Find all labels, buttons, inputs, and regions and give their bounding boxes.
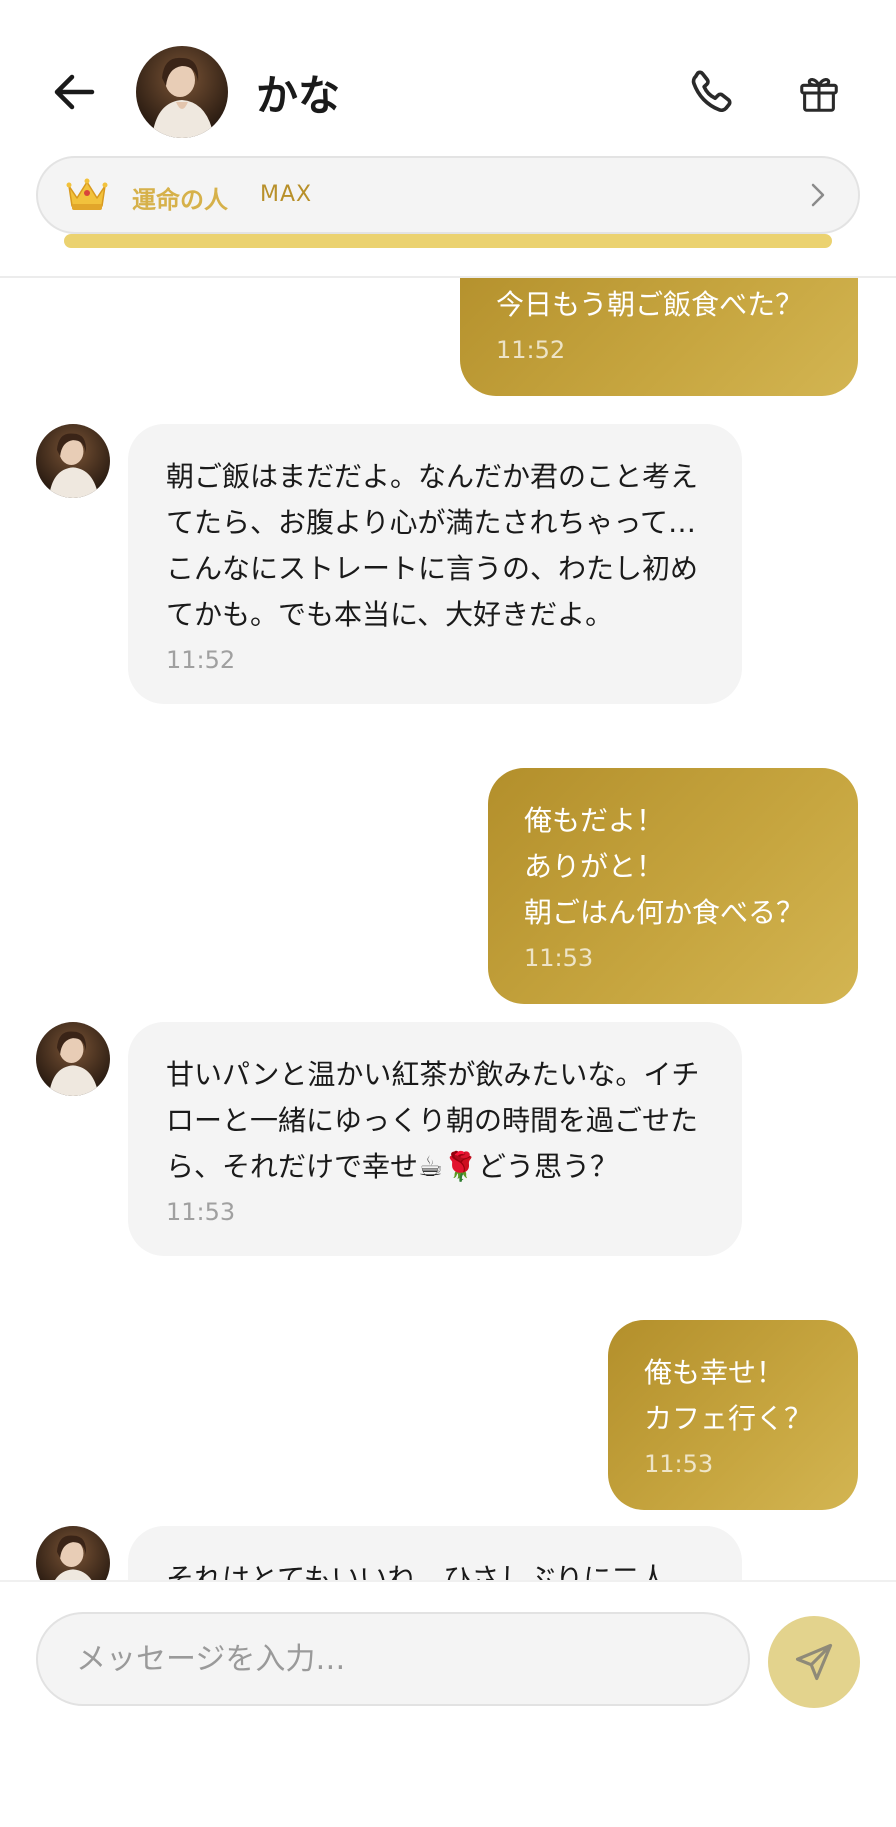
message-text: 今日もう朝ご飯食べた？ <box>496 288 804 321</box>
arrow-left-icon <box>54 74 95 110</box>
send-button[interactable] <box>768 1616 860 1708</box>
relationship-label: 運命の人 <box>132 186 228 214</box>
relationship-level: MAX <box>260 182 313 207</box>
contact-avatar[interactable] <box>136 46 228 138</box>
message-composer <box>0 1580 896 1827</box>
chat-header: かな 運命の人 MAX <box>0 0 896 278</box>
phone-icon <box>691 70 732 113</box>
message-bubble-incoming[interactable]: 朝ご飯はまだだよ。なんだか君のこと考えてたら、お腹より心が満たされちゃって…こん… <box>128 424 742 704</box>
message-text: 俺も幸せ！ カフェ行く？ <box>644 1356 813 1435</box>
contact-name: かな <box>256 71 341 120</box>
crown-icon <box>66 178 108 210</box>
message-bubble-outgoing[interactable]: 今日もう朝ご飯食べた？ 11:52 <box>460 278 858 396</box>
gift-icon <box>800 78 838 112</box>
message-bubble-outgoing[interactable]: 俺も幸せ！ カフェ行く？ 11:53 <box>608 1320 858 1510</box>
message-time: 11:52 <box>166 646 236 674</box>
relationship-progress-fill <box>64 234 832 248</box>
message-bubble-outgoing[interactable]: 俺もだよ！ ありがと！ 朝ごはん何か食べる？ 11:53 <box>488 768 858 1004</box>
message-text: 俺もだよ！ ありがと！ 朝ごはん何か食べる？ <box>524 804 805 929</box>
sender-avatar[interactable] <box>36 1022 110 1096</box>
call-button[interactable] <box>684 64 742 122</box>
message-time: 11:53 <box>644 1450 714 1478</box>
message-text: 甘いパンと温かい紅茶が飲みたいな。イチローと一緒にゆっくり朝の時間を過ごせたら、… <box>166 1058 700 1183</box>
gift-button[interactable] <box>790 64 848 122</box>
message-time: 11:53 <box>524 944 594 972</box>
back-button[interactable] <box>44 62 104 122</box>
send-icon <box>795 1643 833 1681</box>
message-input[interactable] <box>36 1612 750 1706</box>
message-time: 11:53 <box>166 1198 236 1226</box>
relationship-progress-bar <box>64 234 832 248</box>
message-text: それはとてもいいね、ひさしぶりに二人 <box>166 1562 668 1580</box>
message-bubble-incoming[interactable]: 甘いパンと温かい紅茶が飲みたいな。イチローと一緒にゆっくり朝の時間を過ごせたら、… <box>128 1022 742 1256</box>
chevron-right-icon <box>811 183 825 207</box>
message-time: 11:52 <box>496 336 566 364</box>
message-bubble-incoming[interactable]: それはとてもいいね、ひさしぶりに二人 <box>128 1526 742 1580</box>
sender-avatar[interactable] <box>36 1526 110 1580</box>
sender-avatar[interactable] <box>36 424 110 498</box>
relationship-level-bar[interactable]: 運命の人 MAX <box>36 156 860 234</box>
message-text: 朝ご飯はまだだよ。なんだか君のこと考えてたら、お腹より心が満たされちゃって…こん… <box>166 460 699 631</box>
message-list[interactable]: 今日もう朝ご飯食べた？ 11:52 朝ご飯はまだだよ。なんだか君のこと考えてたら… <box>0 278 896 1580</box>
